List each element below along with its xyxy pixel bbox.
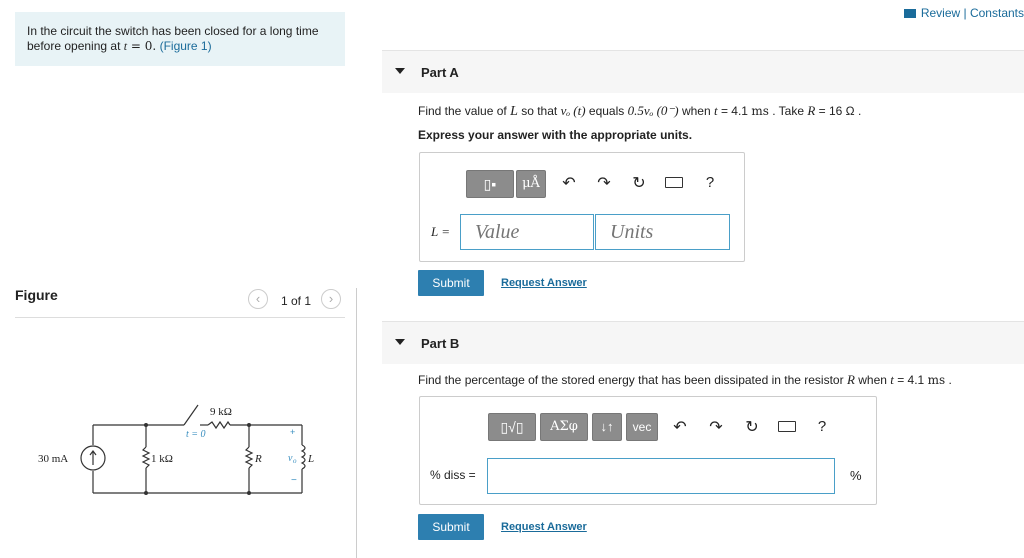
redo-icon[interactable]: ↷: [706, 417, 726, 437]
review-constants-link[interactable]: Review | Constants: [903, 6, 1024, 20]
undo-icon[interactable]: ↶: [670, 417, 690, 437]
keyboard-icon[interactable]: [664, 175, 684, 193]
q-text: when: [854, 373, 891, 387]
collapse-triangle-icon: [395, 68, 405, 74]
problem-statement: In the circuit the switch has been close…: [15, 12, 345, 66]
part-a-request-answer-link[interactable]: Request Answer: [501, 277, 587, 289]
vo-subscript: o: [293, 457, 297, 465]
part-b-header[interactable]: Part B: [382, 321, 1024, 364]
diss-input[interactable]: [487, 458, 835, 494]
chevron-left-icon: ‹: [255, 291, 261, 306]
switch-time-label: t = 0: [186, 429, 206, 440]
column-divider: [356, 288, 357, 558]
part-b-submit-button[interactable]: Submit: [418, 514, 484, 540]
greek-button[interactable]: ΑΣφ: [540, 413, 588, 441]
circuit-diagram: 30 mA 1 kΩ 9 kΩ t = 0 R + v o − L: [38, 404, 314, 495]
units-button[interactable]: μÅ: [516, 170, 546, 198]
part-b-request-answer-link[interactable]: Request Answer: [501, 521, 587, 533]
part-a-instruction: Express your answer with the appropriate…: [418, 128, 693, 142]
q-text: = 4.1: [893, 373, 928, 387]
q-var-r: R: [846, 372, 855, 387]
units-input[interactable]: [595, 214, 730, 250]
help-icon[interactable]: ?: [700, 174, 720, 191]
vo-plus: +: [290, 427, 295, 437]
reset-icon[interactable]: ↻: [629, 173, 649, 193]
q-text: equals: [585, 104, 628, 118]
arrows-button[interactable]: ↓↑: [592, 413, 622, 441]
figure-heading: Figure: [15, 287, 58, 303]
reset-icon[interactable]: ↻: [742, 417, 762, 437]
q-text: = 16 Ω .: [815, 104, 862, 118]
part-a-header[interactable]: Part A: [382, 50, 1024, 93]
q-half-vo: 0.5vₒ (0⁻): [627, 103, 679, 118]
q-text: .: [945, 373, 952, 387]
value-input[interactable]: [460, 214, 594, 250]
q-text: Find the percentage of the stored energy…: [418, 373, 847, 387]
q-vo-t: vₒ (t): [560, 103, 586, 118]
var-label-l: L =: [431, 224, 450, 240]
part-b-title: Part B: [421, 336, 460, 351]
var-label-diss: % diss =: [430, 468, 476, 482]
q-var-l: L: [510, 104, 518, 119]
collapse-triangle-icon: [395, 339, 405, 345]
q-unit-ms: ms: [927, 373, 946, 387]
constants-link[interactable]: Constants: [970, 6, 1024, 20]
r9-label: 9 kΩ: [210, 406, 232, 418]
q-text: Find the value of: [418, 104, 511, 118]
percent-unit: %: [850, 468, 862, 483]
var-label-text: L =: [431, 224, 451, 239]
part-b-answer-box: ▯√▯ ΑΣφ ↓↑ vec ↶ ↷ ↻ ? % diss = %: [419, 396, 877, 505]
figure-pager: 1 of 1: [281, 294, 312, 308]
divider: [15, 317, 345, 318]
keyboard-icon[interactable]: [777, 419, 797, 437]
q-text: when: [678, 104, 714, 118]
book-icon: [903, 9, 916, 18]
q-text: so that: [517, 104, 561, 118]
templates-button[interactable]: ▯√▯: [488, 413, 536, 441]
redo-icon[interactable]: ↷: [594, 173, 614, 193]
help-icon[interactable]: ?: [812, 418, 832, 435]
templates-button[interactable]: ▯▪: [466, 170, 514, 198]
part-a-answer-box: ▯▪ μÅ ↶ ↷ ↻ ? L =: [419, 152, 745, 262]
q-text: = 4.1: [717, 104, 752, 118]
next-figure-button[interactable]: ›: [321, 289, 341, 309]
part-a-question: Find the value of L so that vₒ (t) equal…: [418, 103, 861, 120]
figure-link[interactable]: (Figure 1): [160, 39, 212, 53]
part-a-title: Part A: [421, 65, 459, 80]
link-separator: |: [960, 6, 970, 20]
problem-eq-zero: = 0.: [127, 39, 157, 53]
review-link[interactable]: Review: [921, 6, 960, 20]
chevron-right-icon: ›: [328, 291, 334, 306]
part-a-submit-button[interactable]: Submit: [418, 270, 484, 296]
r-label: R: [254, 453, 262, 465]
r1-label: 1 kΩ: [151, 453, 173, 465]
prev-figure-button[interactable]: ‹: [248, 289, 268, 309]
q-text: . Take: [768, 104, 808, 118]
source-label: 30 mA: [38, 453, 68, 465]
vec-button[interactable]: vec: [626, 413, 658, 441]
vo-minus: −: [291, 475, 297, 486]
q-unit-ms: ms: [751, 104, 769, 118]
l-label: L: [307, 453, 314, 465]
part-b-question: Find the percentage of the stored energy…: [418, 372, 952, 388]
undo-icon[interactable]: ↶: [559, 173, 579, 193]
